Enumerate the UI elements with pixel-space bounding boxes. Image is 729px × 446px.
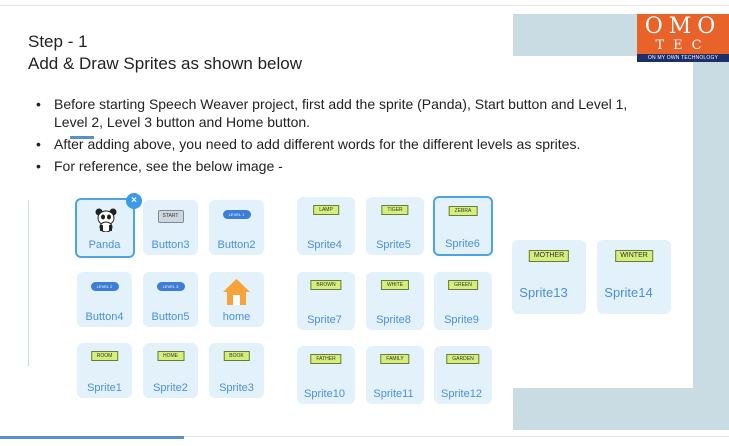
sprite-tile-button2[interactable]: LEVEL 1 Button2: [209, 200, 264, 255]
sprite-tile-sprite11[interactable]: FAMILY Sprite11: [366, 346, 424, 404]
omotec-logo: OMO TEC ON MY OWN TECHNOLOGY: [637, 14, 729, 62]
progress-bar: [0, 436, 184, 439]
sprite-tile-sprite8[interactable]: WHITE Sprite8: [366, 272, 424, 330]
sprite-tile-sprite12[interactable]: GARDEN Sprite12: [434, 346, 492, 404]
sprite-tile-home[interactable]: home: [209, 272, 264, 327]
instruction-list: • Before starting Speech Weaver project, …: [34, 95, 654, 179]
sprite-tile-sprite1[interactable]: ROOM Sprite1: [77, 343, 132, 398]
sprite-tile-sprite6[interactable]: ZEBRA Sprite6: [433, 196, 493, 256]
sprite-tile-button5[interactable]: LEVEL 3 Button5: [143, 272, 198, 327]
sprite-tile-sprite4[interactable]: LAMP Sprite4: [297, 197, 355, 255]
instruction-item: • After adding above, you need to add dif…: [36, 136, 581, 152]
sprite-tile-button4[interactable]: LEVEL 2 Button4: [77, 272, 132, 327]
instruction-item: • Before starting Speech Weaver project, …: [36, 96, 628, 130]
sprite-tile-sprite10[interactable]: FATHER Sprite10: [297, 346, 355, 404]
step-title: Step - 1: [28, 32, 88, 51]
sprite-tile-sprite9[interactable]: GREEN Sprite9: [434, 272, 492, 330]
sprite-tile-sprite5[interactable]: TIGER Sprite5: [366, 197, 424, 255]
sprite-tile-sprite2[interactable]: HOME Sprite2: [143, 343, 198, 398]
text-cursor-highlight: [70, 136, 94, 139]
house-icon: [223, 279, 250, 305]
panda-icon: [95, 208, 117, 232]
left-rule: [28, 200, 29, 366]
sprite-tile-panda[interactable]: × Panda: [75, 193, 142, 258]
sprite-tile-sprite7[interactable]: BROWN Sprite7: [297, 272, 355, 330]
slide-accent-strip: [693, 62, 729, 388]
top-divider: [0, 5, 729, 6]
sprite-tile-sprite3[interactable]: BOOK Sprite3: [209, 343, 264, 398]
close-icon[interactable]: ×: [126, 193, 142, 209]
sprite-tile-sprite14[interactable]: WINTER Sprite14: [597, 240, 671, 314]
instruction-item: • For reference, see the below image -: [36, 158, 283, 174]
step-subtitle: Add & Draw Sprites as shown below: [28, 54, 303, 73]
sprite-tile-sprite13[interactable]: MOTHER Sprite13: [512, 240, 586, 314]
sprite-tile-button3[interactable]: START Button3: [143, 200, 198, 255]
